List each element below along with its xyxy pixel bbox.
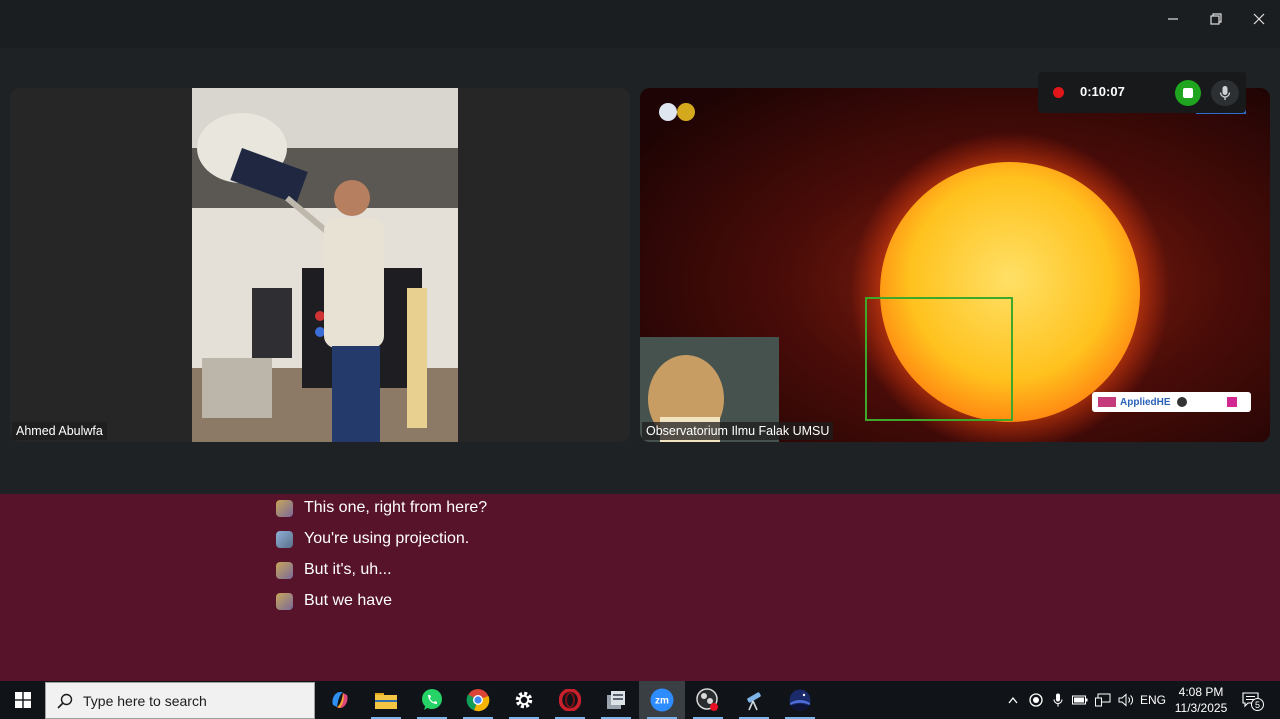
participant-video-feed — [192, 88, 458, 442]
caption-line: This one, right from here? — [276, 496, 487, 520]
caption-line: You're using projection. — [276, 527, 469, 551]
language-indicator: ENG — [1139, 693, 1166, 707]
caption-text: This one, right from here? — [304, 499, 488, 516]
taskbar-app-file-explorer[interactable] — [363, 681, 409, 719]
taskbar: Type here to search zm ENG 4:08 PM 11/3/… — [0, 681, 1280, 719]
tray-language[interactable]: ENG — [1138, 681, 1168, 719]
live-captions-panel: This one, right from here? You're using … — [0, 494, 1280, 681]
caption-text: But we have — [304, 592, 393, 609]
taskbar-app-chrome[interactable] — [455, 681, 501, 719]
caption-line: But it's, uh... — [276, 558, 392, 582]
opera-icon — [559, 689, 581, 711]
network-icon — [1095, 693, 1111, 707]
chevron-up-icon — [1008, 696, 1018, 704]
folder-icon — [375, 693, 397, 709]
sponsor-text: AppliedHE — [1120, 396, 1171, 408]
microphone-icon — [1053, 693, 1063, 707]
record-dot-icon — [1053, 87, 1064, 98]
search-icon — [57, 693, 73, 709]
sponsor-logo-icon — [1176, 397, 1187, 407]
sponsor-logo-icon — [1098, 397, 1116, 407]
server-icon — [607, 691, 625, 709]
minimize-button[interactable] — [1158, 6, 1188, 32]
record-icon — [1029, 693, 1043, 707]
chrome-icon — [466, 689, 490, 712]
close-button[interactable] — [1244, 6, 1274, 32]
show-hidden-icons-button[interactable] — [1003, 681, 1023, 719]
taskbar-app-opera[interactable] — [547, 681, 593, 719]
caption-text: You're using projection. — [304, 530, 470, 547]
tray-network[interactable] — [1092, 681, 1114, 719]
action-center-button[interactable]: 5 — [1236, 681, 1266, 719]
taskbar-app-settings[interactable] — [501, 681, 547, 719]
participant-video-tile[interactable]: Ahmed Abulwfa — [10, 88, 630, 442]
tray-microphone[interactable] — [1048, 681, 1068, 719]
zoom-icon: zm — [650, 688, 674, 712]
minimize-icon — [1168, 18, 1178, 20]
search-placeholder: Type here to search — [83, 693, 207, 709]
sponsor-logo-icon — [1226, 397, 1237, 407]
tray-recording-indicator[interactable] — [1026, 681, 1046, 719]
taskbar-app-server-manager[interactable] — [593, 681, 639, 719]
gear-icon — [515, 691, 533, 709]
speaker-avatar — [276, 561, 293, 579]
clock-date: 11/3/2025 — [1174, 701, 1228, 715]
clock-time: 4:08 PM — [1178, 685, 1224, 699]
participant-name: Ahmed Abulwfa — [12, 422, 107, 440]
restore-icon — [1210, 13, 1222, 25]
whatsapp-icon — [422, 689, 442, 710]
telescope-icon — [747, 692, 761, 711]
caption-text: But it's, uh... — [304, 561, 392, 578]
shared-screen-tile[interactable]: AppliedHE Observatorium Ilmu Falak UMSU — [640, 88, 1270, 442]
taskbar-app-zoom[interactable]: zm — [639, 681, 685, 719]
sponsor-banner: AppliedHE — [1092, 392, 1251, 412]
window-titlebar — [0, 0, 1280, 48]
tray-volume[interactable] — [1115, 681, 1137, 719]
participant-name: Observatorium Ilmu Falak UMSU — [642, 422, 834, 440]
taskbar-app-stellarium[interactable] — [777, 681, 823, 719]
taskbar-search-box[interactable]: Type here to search — [45, 682, 315, 719]
close-icon — [1253, 13, 1265, 25]
copilot-icon — [332, 692, 348, 708]
recording-indicator: 0:10:07 — [1038, 72, 1246, 113]
stellarium-icon — [789, 689, 811, 712]
svg-text:zm: zm — [655, 696, 669, 707]
speaker-icon — [1118, 693, 1133, 707]
speaker-avatar — [276, 499, 293, 517]
speaker-avatar — [276, 530, 293, 548]
tray-battery[interactable] — [1070, 681, 1090, 719]
microphone-icon — [1219, 86, 1231, 100]
taskbar-app-telescope[interactable] — [731, 681, 777, 719]
tray-clock[interactable]: 4:08 PM 11/3/2025 — [1170, 681, 1232, 719]
notification-badge: 5 — [1251, 698, 1264, 711]
recording-timer: 0:10:07 — [1080, 84, 1125, 99]
battery-icon — [1072, 695, 1088, 705]
obs-icon — [696, 688, 718, 711]
stop-recording-button[interactable] — [1175, 80, 1201, 106]
meeting-stage: Ahmed Abulwfa AppliedHE Observatorium Il… — [0, 48, 1280, 494]
start-button[interactable] — [0, 681, 46, 719]
caption-line: But we have — [276, 589, 392, 613]
taskbar-app-copilot[interactable] — [317, 681, 363, 719]
taskbar-app-obs[interactable] — [685, 681, 731, 719]
restore-button[interactable] — [1201, 6, 1231, 32]
speaker-avatar — [276, 592, 293, 610]
windows-logo-icon — [15, 692, 31, 708]
taskbar-app-whatsapp[interactable] — [409, 681, 455, 719]
mic-button[interactable] — [1211, 80, 1239, 106]
stop-icon — [1183, 88, 1193, 98]
